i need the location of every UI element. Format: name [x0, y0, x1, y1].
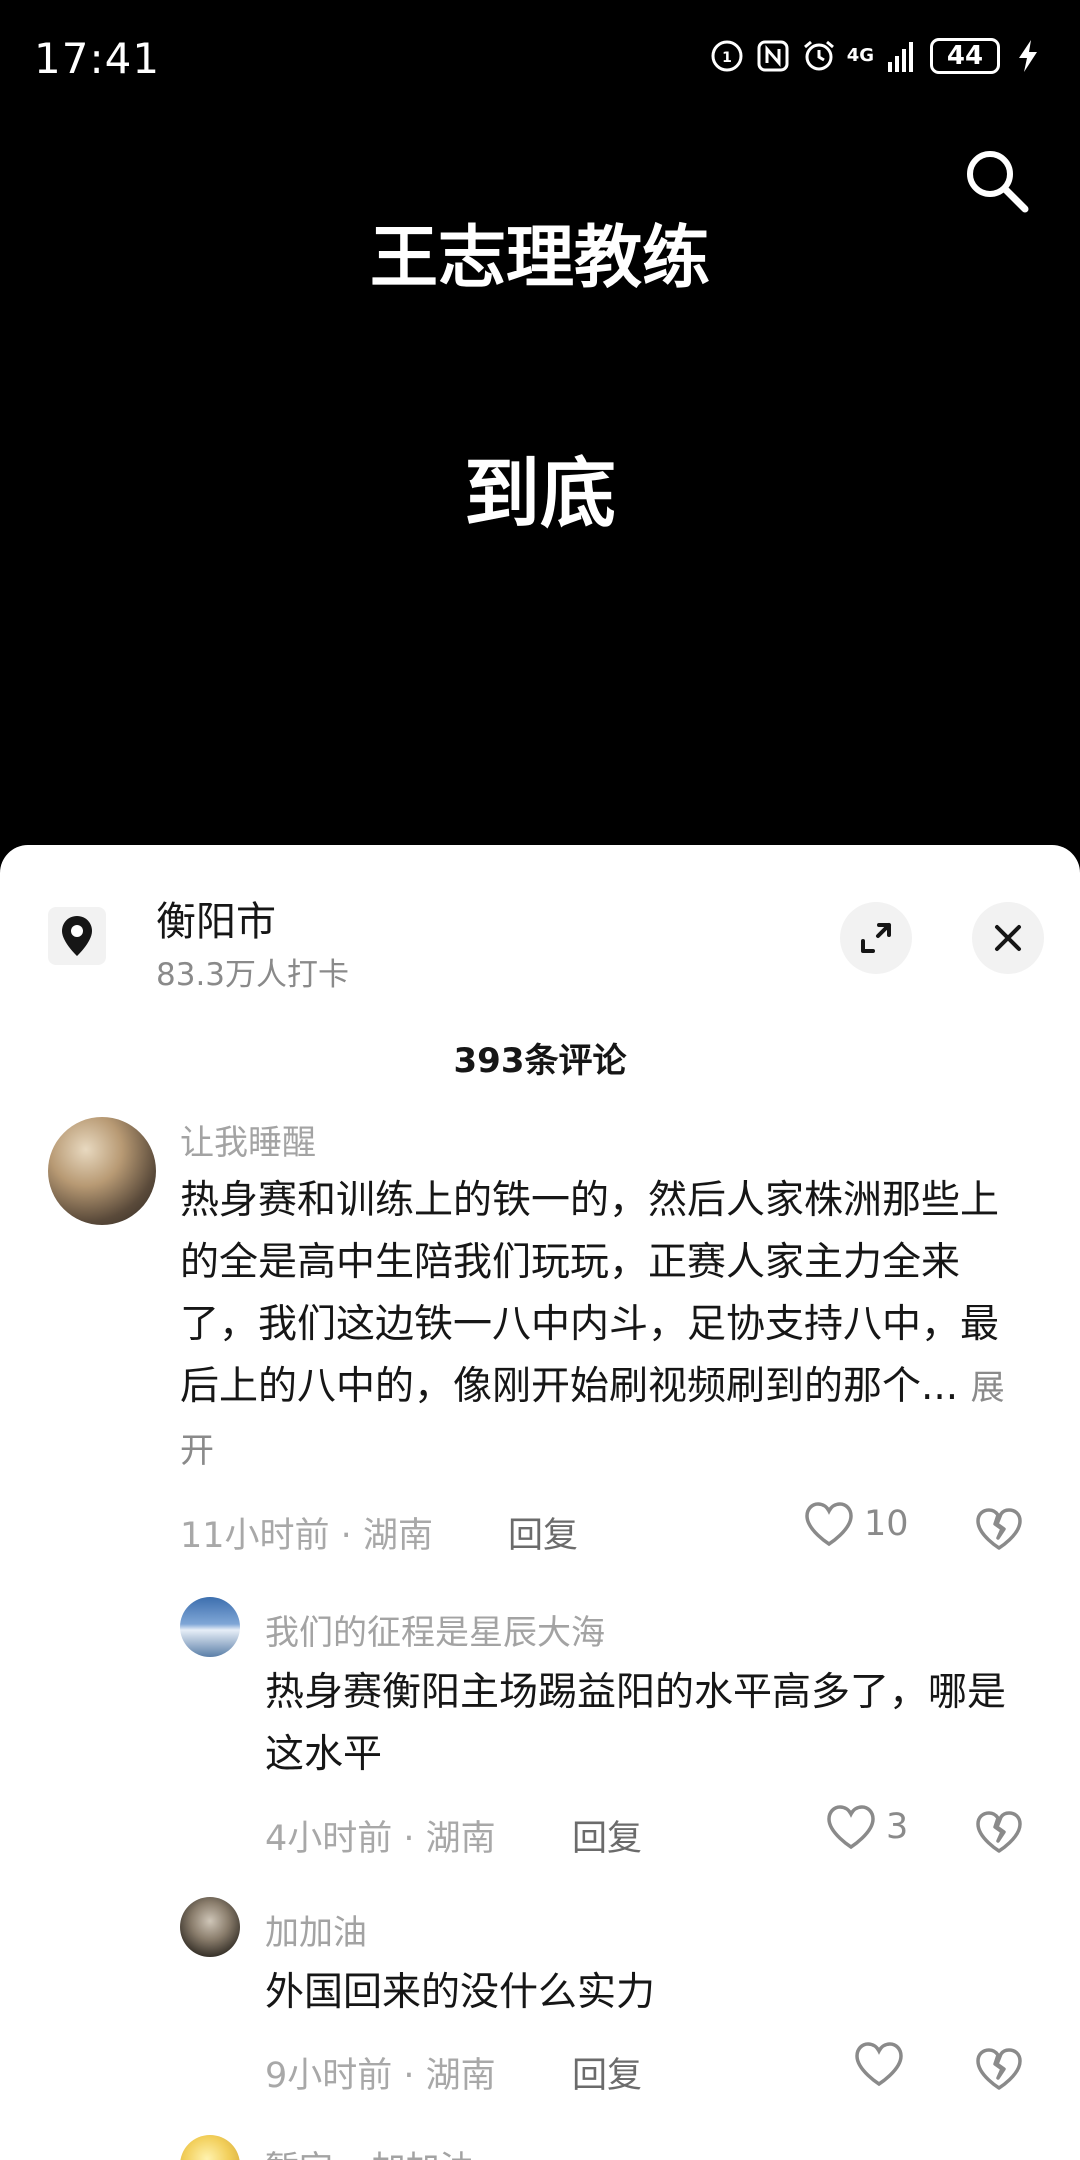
comment-username[interactable]: 暂定 ▸ 加加油 [265, 2141, 474, 2160]
avatar[interactable] [180, 1597, 240, 1657]
heart-icon [855, 2042, 903, 2087]
signal-icon [884, 38, 920, 74]
status-bar: 17:41 1 4G 44 [0, 0, 1080, 120]
avatar[interactable] [180, 1897, 240, 1957]
close-button[interactable] [972, 902, 1044, 974]
broken-heart-icon [976, 1508, 1022, 1550]
broken-heart-icon [976, 1811, 1022, 1853]
comment-meta: 4小时前 · 湖南 [265, 1819, 496, 1859]
charging-icon [1010, 38, 1046, 74]
svg-text:1: 1 [722, 50, 732, 66]
comment-count: 393条评论 [453, 1041, 627, 1081]
location-checkins: 83.3万人打卡 [156, 957, 350, 993]
reply-button[interactable]: 回复 [508, 1507, 578, 1558]
dislike-button[interactable] [974, 1504, 1024, 1554]
comment-text: 热身赛衡阳主场踢益阳的水平高多了，哪是这水平 [265, 1670, 1007, 1777]
avatar[interactable] [180, 2135, 240, 2160]
reply-button[interactable]: 回复 [572, 1810, 642, 1861]
search-icon [967, 151, 1029, 213]
hd-voice-icon: 1 [709, 38, 745, 74]
close-icon [995, 925, 1021, 951]
expand-icon [861, 923, 891, 953]
video-area[interactable]: 王志理教练 到底 [0, 120, 1080, 845]
broken-heart-icon [976, 2048, 1022, 2090]
dislike-button[interactable] [974, 2044, 1024, 2094]
video-caption-line2: 到底 [464, 449, 616, 538]
status-time: 17:41 [34, 34, 161, 83]
expand-button[interactable] [840, 902, 912, 974]
comment-username[interactable]: 让我睡醒 [180, 1115, 316, 1164]
reply-button[interactable]: 回复 [572, 2047, 642, 2098]
alarm-icon [801, 38, 837, 74]
comment-meta: 9小时前 · 湖南 [265, 2056, 496, 2096]
comment-username[interactable]: 我们的征程是星辰大海 [265, 1605, 605, 1654]
heart-icon [805, 1502, 853, 1547]
like-button[interactable] [854, 2041, 904, 2087]
nfc-icon [755, 38, 791, 74]
location-pin-icon [48, 907, 106, 965]
battery-icon: 44 [930, 38, 1000, 74]
dislike-button[interactable] [974, 1807, 1024, 1857]
like-button[interactable]: 10 [804, 1501, 909, 1547]
video-caption-line1: 王志理教练 [369, 219, 710, 298]
avatar[interactable] [48, 1117, 156, 1225]
comment-text: 热身赛和训练上的铁一的，然后人家株洲那些上的全是高中生陪我们玩玩，正赛人家主力全… [180, 1178, 1005, 1471]
location-name[interactable]: 衡阳市 [156, 889, 276, 947]
like-count: 10 [864, 1504, 909, 1544]
like-count: 3 [886, 1807, 909, 1847]
comment-meta: 11小时前 · 湖南 [180, 1516, 433, 1556]
comment-text: 外国回来的没什么实力 [265, 1970, 656, 2015]
heart-icon [827, 1805, 875, 1850]
comment-username[interactable]: 加加油 [265, 1905, 367, 1954]
comment-sheet: 衡阳市 83.3万人打卡 393条评论 让我睡醒 热身赛和训练上的铁一的，然后人… [0, 845, 1080, 2160]
search-button[interactable] [960, 144, 1032, 216]
like-button[interactable]: 3 [826, 1804, 908, 1850]
network-type: 4G [846, 45, 874, 66]
status-icons: 1 4G 44 [709, 38, 1046, 74]
